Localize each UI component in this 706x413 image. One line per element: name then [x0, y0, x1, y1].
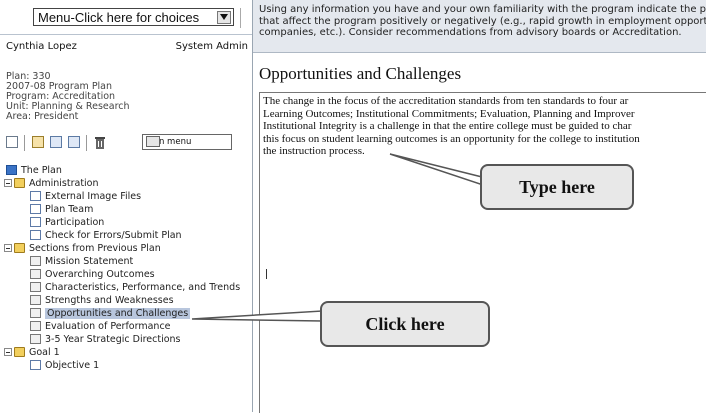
tree-item-goal-1[interactable]: Goal 1 — [4, 346, 60, 358]
plan-icon — [6, 165, 17, 175]
editor-line: the instruction process. — [263, 145, 365, 157]
collapse-icon[interactable] — [4, 179, 12, 187]
instruction-line: Using any information you have and your … — [259, 4, 706, 15]
attachment-icon[interactable] — [68, 136, 80, 148]
user-role: System Admin — [175, 41, 248, 52]
type-here-callout: Type here — [480, 164, 634, 210]
tree-item-plan-team[interactable]: Plan Team — [30, 203, 93, 215]
chevron-down-icon[interactable] — [217, 10, 231, 24]
click-here-label: Click here — [365, 313, 445, 334]
editor-line: this focus on student learning outcomes … — [263, 132, 640, 145]
resize-grip[interactable] — [240, 8, 249, 28]
page-icon — [30, 295, 41, 305]
left-navigation-pane: Menu-Click here for choices Cynthia Lope… — [0, 0, 253, 412]
page-icon — [30, 308, 41, 318]
text-caret — [266, 269, 267, 279]
tree-item-opportunities-challenges[interactable]: Opportunities and Challenges — [30, 307, 191, 319]
tree-item-administration[interactable]: Administration — [4, 177, 99, 189]
menu-bar: Menu-Click here for choices — [0, 0, 252, 35]
document-icon — [30, 217, 41, 227]
tree-item-external-image-files[interactable]: External Image Files — [30, 190, 141, 202]
page-icon — [30, 269, 41, 279]
content-pane: Using any information you have and your … — [253, 0, 706, 413]
user-line: Cynthia Lopez System Admin — [0, 38, 252, 58]
tree-item-label: The Plan — [21, 164, 62, 176]
tree-item-label: External Image Files — [45, 190, 142, 202]
tree-item-overarching-outcomes[interactable]: Overarching Outcomes — [30, 268, 155, 280]
editor-line: Learning Outcomes; Institutional Commitm… — [263, 107, 635, 120]
tree-item-label: Objective 1 — [45, 359, 100, 371]
new-page-icon[interactable] — [6, 136, 18, 148]
folder-icon — [14, 178, 25, 188]
tree-item-label: Strengths and Weaknesses — [45, 294, 174, 306]
menu-dropdown-label: Menu-Click here for choices — [38, 9, 200, 25]
tree-item-label: Evaluation of Performance — [45, 320, 171, 332]
section-title: Opportunities and Challenges — [259, 64, 462, 83]
toolbar-separator — [86, 135, 87, 151]
trash-icon[interactable] — [94, 135, 106, 154]
tree-item-label: Participation — [45, 216, 105, 228]
plan-toolbar: plan menu — [6, 134, 252, 154]
collapse-icon[interactable] — [4, 244, 12, 252]
folder-icon — [14, 243, 25, 253]
tree-item-strategic-directions[interactable]: 3-5 Year Strategic Directions — [30, 333, 181, 345]
tree-item-participation[interactable]: Participation — [30, 216, 104, 228]
tree-item-label: Sections from Previous Plan — [29, 242, 161, 254]
editor-line: Institutional Integrity is a challenge i… — [263, 120, 632, 132]
instruction-line: companies, etc.). Consider recommendatio… — [259, 27, 682, 38]
tree-item-label: Plan Team — [45, 203, 94, 215]
tree-item-strengths-weaknesses[interactable]: Strengths and Weaknesses — [30, 294, 174, 306]
tree-item-label: Goal 1 — [29, 346, 60, 358]
page-icon — [30, 321, 41, 331]
tree-item-the-plan[interactable]: The Plan — [6, 164, 62, 176]
tree-item-label: Check for Errors/Submit Plan — [45, 229, 182, 241]
editor-content[interactable]: The change in the focus of the accredita… — [260, 93, 706, 160]
document-icon — [30, 191, 41, 201]
tree-item-check-for-errors[interactable]: Check for Errors/Submit Plan — [30, 229, 182, 241]
tree-item-objective-1[interactable]: Objective 1 — [30, 359, 99, 371]
tree-item-mission-statement[interactable]: Mission Statement — [30, 255, 133, 267]
folder-icon — [14, 347, 25, 357]
plan-menu-select[interactable]: plan menu — [142, 134, 232, 150]
document-icon — [30, 230, 41, 240]
tree-item-label: Overarching Outcomes — [45, 268, 155, 280]
chevron-down-icon[interactable] — [146, 136, 160, 147]
instructions-panel: Using any information you have and your … — [253, 0, 706, 53]
tree-item-label: Opportunities and Challenges — [45, 307, 191, 319]
document-icon — [30, 360, 41, 370]
text-editor[interactable]: The change in the focus of the accredita… — [259, 92, 706, 413]
document-icon — [30, 204, 41, 214]
editor-line: The change in the focus of the accredita… — [263, 95, 629, 107]
menu-dropdown-button[interactable]: Menu-Click here for choices — [33, 8, 234, 26]
view-icon[interactable] — [50, 136, 62, 148]
type-here-label: Type here — [519, 176, 595, 197]
page-icon — [30, 334, 41, 344]
image-icon[interactable] — [32, 136, 44, 148]
plan-info-line: Area: President — [6, 111, 79, 122]
tree-item-evaluation-performance[interactable]: Evaluation of Performance — [30, 320, 171, 332]
tree-item-label: Mission Statement — [45, 255, 134, 267]
click-here-callout: Click here — [320, 301, 490, 347]
plan-info: Plan: 330 2007-08 Program Plan Program: … — [6, 72, 130, 122]
tree-item-label: 3-5 Year Strategic Directions — [45, 333, 181, 345]
user-name: Cynthia Lopez — [6, 41, 77, 52]
tree-item-sections-previous-plan[interactable]: Sections from Previous Plan — [4, 242, 161, 254]
tree-item-label: Characteristics, Performance, and Trends — [45, 281, 241, 293]
instruction-line: that affect the program positively or ne… — [259, 15, 706, 27]
collapse-icon[interactable] — [4, 348, 12, 356]
page-icon — [30, 282, 41, 292]
toolbar-separator — [24, 135, 25, 151]
page-icon — [30, 256, 41, 266]
tree-item-characteristics[interactable]: Characteristics, Performance, and Trends — [30, 281, 240, 293]
tree-item-label: Administration — [29, 177, 99, 189]
